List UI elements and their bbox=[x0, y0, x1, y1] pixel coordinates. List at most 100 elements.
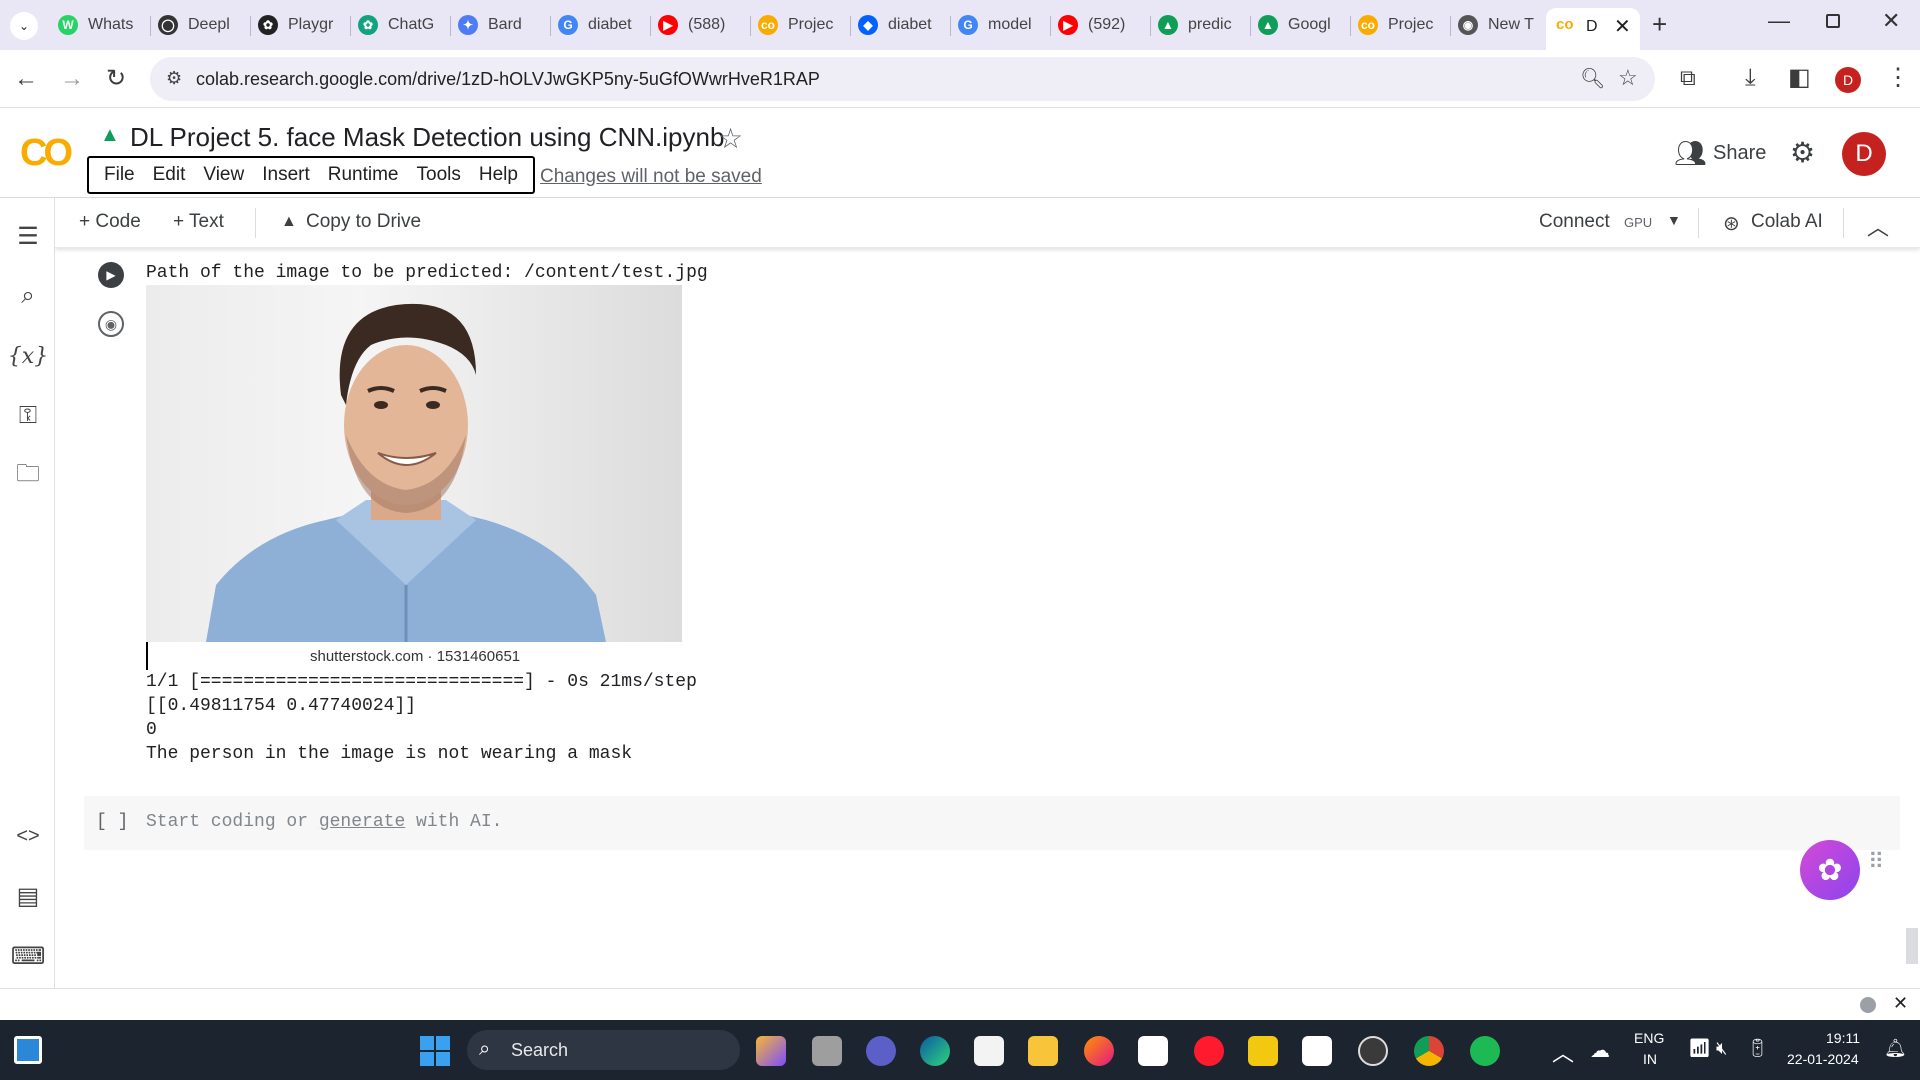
variables-icon[interactable]: {x} bbox=[8, 340, 48, 372]
browser-tab[interactable]: Gdiabet bbox=[558, 10, 646, 40]
volume-muted-icon[interactable]: 🔇︎ bbox=[1716, 1038, 1727, 1059]
browser-tab[interactable]: ◆ diabet bbox=[858, 10, 946, 40]
language-indicator-top[interactable]: ENG bbox=[1634, 1030, 1664, 1046]
account-avatar[interactable]: D bbox=[1842, 132, 1886, 176]
back-icon[interactable]: ← bbox=[14, 67, 38, 91]
cell-execution-brackets[interactable]: [ ] bbox=[96, 812, 128, 832]
power-bi-icon[interactable] bbox=[1248, 1036, 1278, 1066]
connect-button[interactable]: Connect bbox=[1539, 211, 1610, 233]
menu-help[interactable]: Help bbox=[479, 164, 518, 186]
close-tab-icon[interactable]: ✕ bbox=[1614, 14, 1631, 39]
empty-code-cell[interactable]: [ ] Start coding or generate with AI. bbox=[84, 796, 1900, 850]
clock-time[interactable]: 19:11 bbox=[1826, 1030, 1860, 1046]
forward-icon[interactable]: → bbox=[60, 67, 84, 91]
search-icon[interactable]: ⌕ bbox=[12, 280, 44, 312]
browser-tab[interactable]: ✿ ChatG bbox=[358, 10, 446, 40]
browser-tab[interactable]: co Projec bbox=[758, 10, 846, 40]
browser-tab[interactable]: ✦ Bard bbox=[458, 10, 546, 40]
browser-tab[interactable]: co Projec bbox=[1358, 10, 1446, 40]
restore-icon[interactable] bbox=[1826, 14, 1840, 28]
collapse-chevron-icon[interactable]: ︿ bbox=[1867, 210, 1889, 242]
taskbar-search-box[interactable]: ⌕ Search bbox=[467, 1030, 740, 1070]
settings-gear-icon[interactable]: ⚙ bbox=[1790, 136, 1815, 169]
notification-bell-icon[interactable]: 🔔︎ bbox=[1884, 1038, 1907, 1059]
snowflake-app-icon[interactable] bbox=[1302, 1036, 1332, 1066]
menu-runtime[interactable]: Runtime bbox=[328, 164, 399, 186]
task-view-icon[interactable] bbox=[812, 1036, 842, 1066]
unsaved-changes-link[interactable]: Changes will not be saved bbox=[540, 166, 762, 188]
add-text-button[interactable]: + Text bbox=[173, 211, 224, 233]
copilot-icon[interactable] bbox=[756, 1036, 786, 1066]
meet-icon[interactable] bbox=[866, 1036, 896, 1066]
spotify-icon[interactable] bbox=[1470, 1036, 1500, 1066]
menu-edit[interactable]: Edit bbox=[153, 164, 186, 186]
onedrive-icon[interactable]: ☁ bbox=[1590, 1038, 1610, 1063]
browser-tab[interactable]: ✿ Playgr bbox=[258, 10, 346, 40]
url-text[interactable]: colab.research.google.com/drive/1zD-hOLV… bbox=[196, 69, 820, 90]
chrome-icon[interactable] bbox=[1414, 1036, 1444, 1066]
opera-icon[interactable] bbox=[1194, 1036, 1224, 1066]
browser-tab[interactable]: ▲ predic bbox=[1158, 10, 1246, 40]
language-indicator-bottom[interactable]: IN bbox=[1643, 1051, 1657, 1067]
new-tab-button[interactable]: + bbox=[1652, 9, 1667, 40]
obs-icon[interactable] bbox=[1358, 1036, 1388, 1066]
start-button[interactable] bbox=[420, 1036, 450, 1066]
menu-tools[interactable]: Tools bbox=[417, 164, 461, 186]
bookmark-star-icon[interactable]: ☆ bbox=[1618, 65, 1638, 91]
table-of-contents-icon[interactable]: ☰ bbox=[12, 220, 44, 252]
browser-tab[interactable]: ▶ (592) bbox=[1058, 10, 1146, 40]
reload-icon[interactable]: ↻ bbox=[106, 67, 126, 91]
menu-insert[interactable]: Insert bbox=[262, 164, 310, 186]
scrollbar-thumb[interactable] bbox=[1906, 928, 1918, 964]
tab-search-button[interactable]: ⌄ bbox=[10, 12, 38, 40]
gemini-floating-button[interactable]: ✿ bbox=[1800, 840, 1860, 900]
address-bar[interactable]: ⚙ colab.research.google.com/drive/1zD-hO… bbox=[150, 57, 1655, 101]
active-tab[interactable]: co D ✕ bbox=[1546, 8, 1640, 50]
browser-tab[interactable]: ▶ (588) bbox=[658, 10, 746, 40]
share-button[interactable]: Share bbox=[1713, 142, 1766, 165]
menu-file[interactable]: File bbox=[104, 164, 135, 186]
drag-handle-icon[interactable]: ⠿ bbox=[1868, 851, 1884, 873]
file-explorer-icon[interactable] bbox=[1028, 1036, 1058, 1066]
side-panel-icon[interactable]: ◧ bbox=[1788, 66, 1811, 90]
wifi-icon[interactable]: 📶︎ bbox=[1688, 1038, 1711, 1059]
store-icon[interactable] bbox=[974, 1036, 1004, 1066]
browser-tab[interactable]: ▲ Googl bbox=[1258, 10, 1346, 40]
add-code-button[interactable]: + Code bbox=[79, 211, 141, 233]
browser-tab[interactable]: ◯ Deepl bbox=[158, 10, 246, 40]
browser-tab[interactable]: W Whats bbox=[58, 10, 146, 40]
run-cell-button[interactable]: ▶ bbox=[98, 262, 124, 288]
close-window-icon[interactable]: ✕ bbox=[1882, 8, 1900, 34]
menu-view[interactable]: View bbox=[203, 164, 244, 186]
browser-menu-icon[interactable]: ⋮ bbox=[1886, 66, 1910, 90]
browser-profile-avatar[interactable]: D bbox=[1835, 67, 1861, 93]
browser-tab[interactable]: Gmodel bbox=[958, 10, 1046, 40]
amazon-icon[interactable] bbox=[1138, 1036, 1168, 1066]
minimize-icon[interactable]: — bbox=[1768, 8, 1790, 34]
download-icon[interactable]: ⤓ bbox=[1745, 66, 1756, 90]
zoom-icon[interactable]: 🔍︎ bbox=[1580, 66, 1605, 91]
widgets-icon[interactable] bbox=[14, 1036, 42, 1064]
files-folder-icon[interactable]: 🗀 bbox=[12, 460, 44, 492]
notebook-title[interactable]: DL Project 5. face Mask Detection using … bbox=[130, 122, 724, 153]
site-info-icon[interactable]: ⚙ bbox=[166, 68, 182, 89]
extensions-icon[interactable]: ⧉ bbox=[1680, 66, 1696, 90]
runtime-dropdown-icon[interactable]: ▼ bbox=[1667, 212, 1681, 228]
terminal-icon[interactable]: ⌨ bbox=[11, 940, 46, 972]
command-palette-icon[interactable]: ▤ bbox=[12, 880, 44, 912]
star-icon[interactable]: ☆ bbox=[718, 122, 743, 155]
browser-tab[interactable]: ◉ New T bbox=[1458, 10, 1546, 40]
clock-date[interactable]: 22-01-2024 bbox=[1787, 1051, 1859, 1067]
cell-placeholder[interactable]: Start coding or generate with AI. bbox=[146, 812, 502, 832]
copy-to-drive-button[interactable]: Copy to Drive bbox=[306, 211, 421, 233]
show-hidden-icons-chevron[interactable]: ︿ bbox=[1552, 1036, 1574, 1068]
secrets-key-icon[interactable]: ⚿ bbox=[12, 400, 44, 432]
colab-logo[interactable]: CO bbox=[20, 132, 73, 175]
generate-link[interactable]: generate bbox=[319, 812, 405, 832]
code-snippets-icon[interactable]: <> bbox=[12, 820, 44, 852]
edge-icon[interactable] bbox=[920, 1036, 950, 1066]
battery-icon[interactable]: 🔋︎ bbox=[1746, 1038, 1769, 1059]
firefox-icon[interactable] bbox=[1084, 1036, 1114, 1066]
close-status-icon[interactable]: ✕ bbox=[1893, 993, 1908, 1014]
colab-ai-button[interactable]: Colab AI bbox=[1751, 211, 1823, 233]
